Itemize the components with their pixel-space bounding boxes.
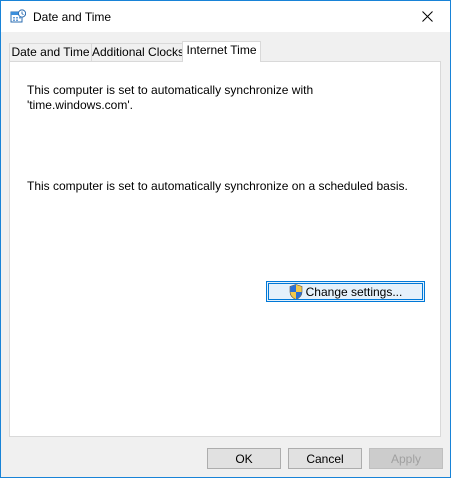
change-settings-button[interactable]: Change settings... xyxy=(266,281,425,302)
change-settings-label: Change settings... xyxy=(305,284,403,299)
close-button[interactable] xyxy=(404,1,450,32)
sync-server-line1: This computer is set to automatically sy… xyxy=(27,83,314,97)
window-title: Date and Time xyxy=(33,10,112,24)
ok-button[interactable]: OK xyxy=(207,448,281,469)
cancel-button[interactable]: Cancel xyxy=(288,448,362,469)
tab-date-and-time[interactable]: Date and Time xyxy=(9,43,92,61)
date-time-calendar-icon xyxy=(10,9,26,23)
sync-server-line2: 'time.windows.com'. xyxy=(27,98,133,112)
tab-additional-clocks[interactable]: Additional Clocks xyxy=(91,43,184,61)
title-bar[interactable]: Date and Time xyxy=(1,1,450,32)
internet-time-panel: This computer is set to automatically sy… xyxy=(9,61,441,437)
uac-shield-icon xyxy=(289,283,302,300)
date-time-dialog: Date and Time Date and Time Additional C… xyxy=(0,0,451,478)
tab-internet-time[interactable]: Internet Time xyxy=(182,41,261,62)
apply-button[interactable]: Apply xyxy=(369,448,443,469)
close-icon xyxy=(421,11,433,22)
sync-schedule-text: This computer is set to automatically sy… xyxy=(27,179,408,193)
